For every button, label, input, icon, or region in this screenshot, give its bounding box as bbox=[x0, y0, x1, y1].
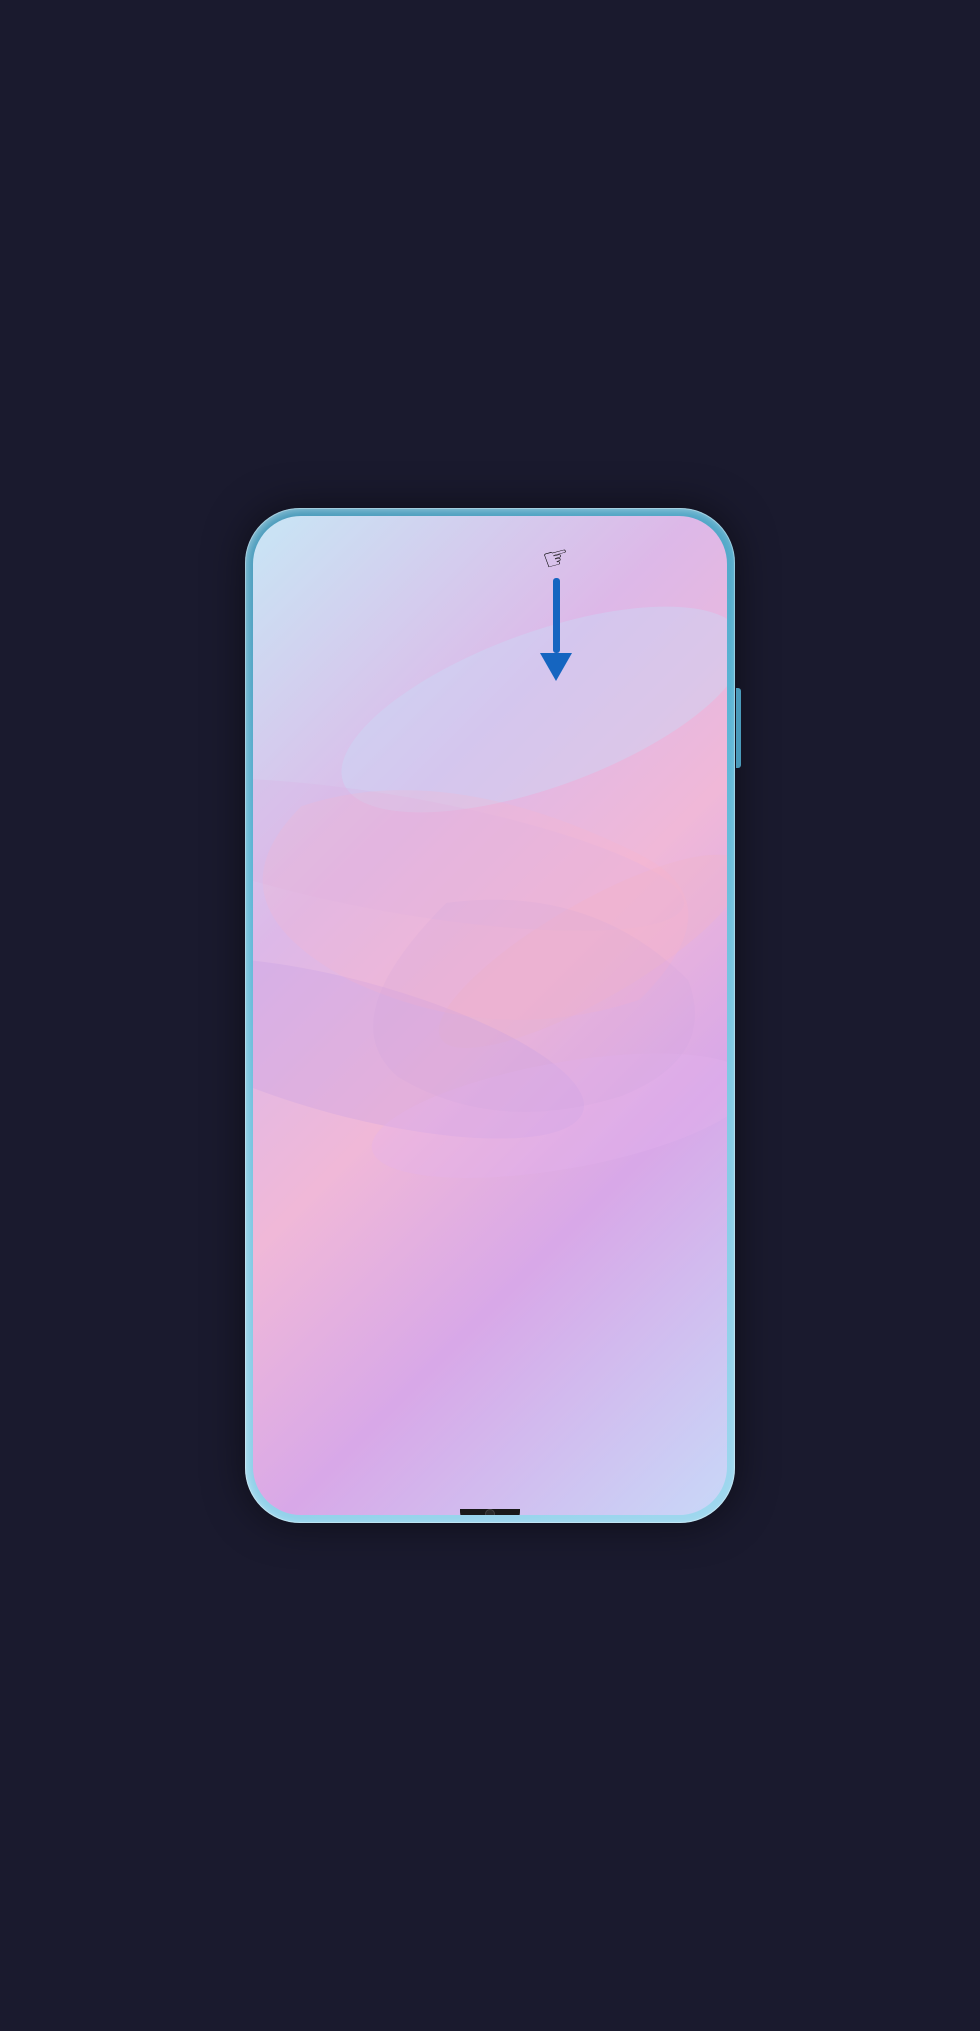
hand-cursor-icon: ☞ bbox=[538, 538, 573, 579]
notch bbox=[460, 1509, 520, 1515]
phone-screen: No SIM 📶 📶 56% 🔋 10:27 10:27AM Friday, J… bbox=[253, 516, 727, 1515]
front-camera bbox=[485, 1509, 495, 1515]
phone-device: No SIM 📶 📶 56% 🔋 10:27 10:27AM Friday, J… bbox=[245, 508, 735, 1523]
arrow-head bbox=[540, 653, 572, 681]
arrow-annotation: ☞ bbox=[540, 541, 572, 681]
arrow-shaft bbox=[553, 578, 560, 653]
